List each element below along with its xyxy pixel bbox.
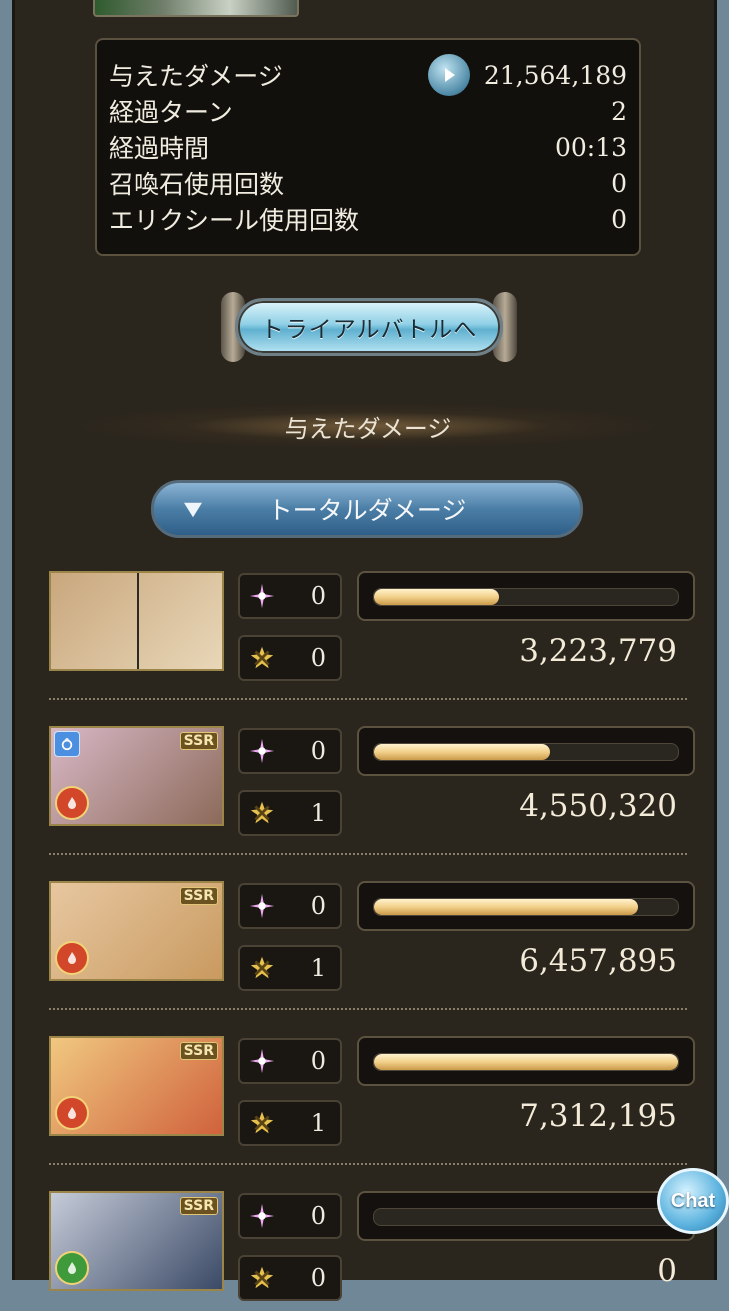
ability-count: 0	[310, 892, 326, 920]
damage-bar-track	[373, 743, 679, 761]
damage-bar-fill	[374, 589, 499, 605]
battle-stats-box: 与えたダメージ 21,564,189 経過ターン 2 経過時間 00:13 召喚…	[95, 38, 641, 256]
charge-attack-count-box: 1	[238, 1100, 342, 1146]
sparkle-icon	[240, 892, 284, 920]
charge-attack-count: 0	[310, 644, 326, 672]
stat-label: エリクシール使用回数	[109, 206, 360, 235]
damage-value: 0	[657, 1253, 677, 1289]
portrait-divider	[137, 573, 139, 669]
damage-bar-track	[373, 898, 679, 916]
stat-label: 経過ターン	[109, 98, 233, 127]
party-member-row: 0 0 3,223,779	[49, 571, 697, 691]
ability-count-box: 0	[238, 883, 342, 929]
row-divider	[49, 1008, 687, 1010]
charge-attack-count: 1	[310, 954, 326, 982]
stat-value: 00:13	[554, 132, 627, 162]
fire-element-icon	[55, 941, 89, 975]
ssr-badge: SSR	[179, 1197, 218, 1215]
row-divider	[49, 1163, 687, 1165]
character-portrait[interactable]	[49, 571, 224, 671]
crossed-swords-icon	[240, 1264, 284, 1292]
ssr-badge: SSR	[179, 887, 218, 905]
damage-bar	[357, 1191, 695, 1241]
sparkle-icon	[240, 582, 284, 610]
fire-element-icon	[55, 786, 89, 820]
ability-count: 0	[310, 737, 326, 765]
charge-attack-count-box: 0	[238, 635, 342, 681]
damage-bar	[357, 881, 695, 931]
stat-row-damage: 与えたダメージ 21,564,189	[109, 54, 627, 96]
ssr-badge: SSR	[179, 732, 218, 750]
party-member-row: SSR 0 1 6,457,895	[49, 881, 697, 1001]
damage-bar-track	[373, 588, 679, 606]
charge-attack-count: 1	[310, 1109, 326, 1137]
charge-attack-count-box: 1	[238, 945, 342, 991]
stat-label: 与えたダメージ	[109, 62, 283, 91]
chat-button[interactable]: Chat	[657, 1168, 729, 1234]
stat-row-elixir-uses: エリクシール使用回数 0	[109, 201, 627, 237]
damage-value: 4,550,320	[519, 788, 677, 824]
ability-count-box: 0	[238, 1038, 342, 1084]
ability-count: 0	[310, 1202, 326, 1230]
result-panel: 与えたダメージ 21,564,189 経過ターン 2 経過時間 00:13 召喚…	[12, 0, 729, 1301]
damage-bar-fill	[374, 899, 639, 915]
party-member-row: SSR 0 1 7,312,195	[49, 1036, 697, 1156]
damage-type-label: トータルダメージ	[267, 496, 467, 525]
damage-bar-track	[373, 1208, 679, 1226]
stat-row-time: 経過時間 00:13	[109, 129, 627, 165]
damage-bar-fill	[374, 1054, 678, 1070]
charge-attack-count-box: 0	[238, 1255, 342, 1301]
party-member-row: SSR 0 0 0	[49, 1191, 697, 1311]
damage-bar	[357, 726, 695, 776]
row-divider	[49, 853, 687, 855]
charge-attack-count: 1	[310, 799, 326, 827]
damage-bar	[357, 571, 695, 621]
ability-count-box: 0	[238, 1193, 342, 1239]
damage-value: 7,312,195	[519, 1098, 677, 1134]
character-portrait[interactable]: SSR	[49, 1191, 224, 1291]
stat-row-turns: 経過ターン 2	[109, 93, 627, 129]
stat-value: 2	[611, 96, 627, 126]
crossed-swords-icon	[240, 644, 284, 672]
damage-type-select[interactable]: トータルダメージ	[151, 480, 583, 538]
stat-value: 0	[611, 168, 627, 198]
charge-attack-count-box: 1	[238, 790, 342, 836]
damage-value: 3,223,779	[519, 633, 677, 669]
ability-count: 0	[310, 1047, 326, 1075]
character-portrait[interactable]: SSR	[49, 726, 224, 826]
stat-label: 経過時間	[109, 134, 210, 163]
stat-value: 0	[611, 204, 627, 234]
trial-battle-label[interactable]: トライアルバトルへ	[235, 298, 503, 356]
damage-bar-track	[373, 1053, 679, 1071]
damage-bar	[357, 1036, 695, 1086]
play-icon[interactable]	[427, 54, 470, 96]
character-portrait[interactable]: SSR	[49, 1036, 224, 1136]
section-title: 与えたダメージ	[83, 404, 653, 448]
fire-element-icon	[55, 1096, 89, 1130]
sparkle-icon	[240, 737, 284, 765]
row-divider	[49, 698, 687, 700]
stat-label: 召喚石使用回数	[109, 170, 285, 199]
stat-row-summon-uses: 召喚石使用回数 0	[109, 165, 627, 201]
crossed-swords-icon	[240, 954, 284, 982]
stat-value: 21,564,189	[483, 60, 627, 90]
ability-count: 0	[310, 582, 326, 610]
charge-attack-count: 0	[310, 1264, 326, 1292]
triangle-down-icon	[178, 497, 208, 523]
party-member-row: SSR 0 1 4,550,320	[49, 726, 697, 846]
ability-count-box: 0	[238, 573, 342, 619]
sparkle-icon	[240, 1047, 284, 1075]
top-thumbnail	[93, 0, 299, 17]
ability-count-box: 0	[238, 728, 342, 774]
trial-battle-button[interactable]: トライアルバトルへ	[221, 292, 517, 362]
damage-value: 6,457,895	[519, 943, 677, 979]
damage-bar-fill	[374, 744, 551, 760]
crossed-swords-icon	[240, 1109, 284, 1137]
ring-icon	[54, 731, 80, 757]
sparkle-icon	[240, 1202, 284, 1230]
character-portrait[interactable]: SSR	[49, 881, 224, 981]
crossed-swords-icon	[240, 799, 284, 827]
ssr-badge: SSR	[179, 1042, 218, 1060]
